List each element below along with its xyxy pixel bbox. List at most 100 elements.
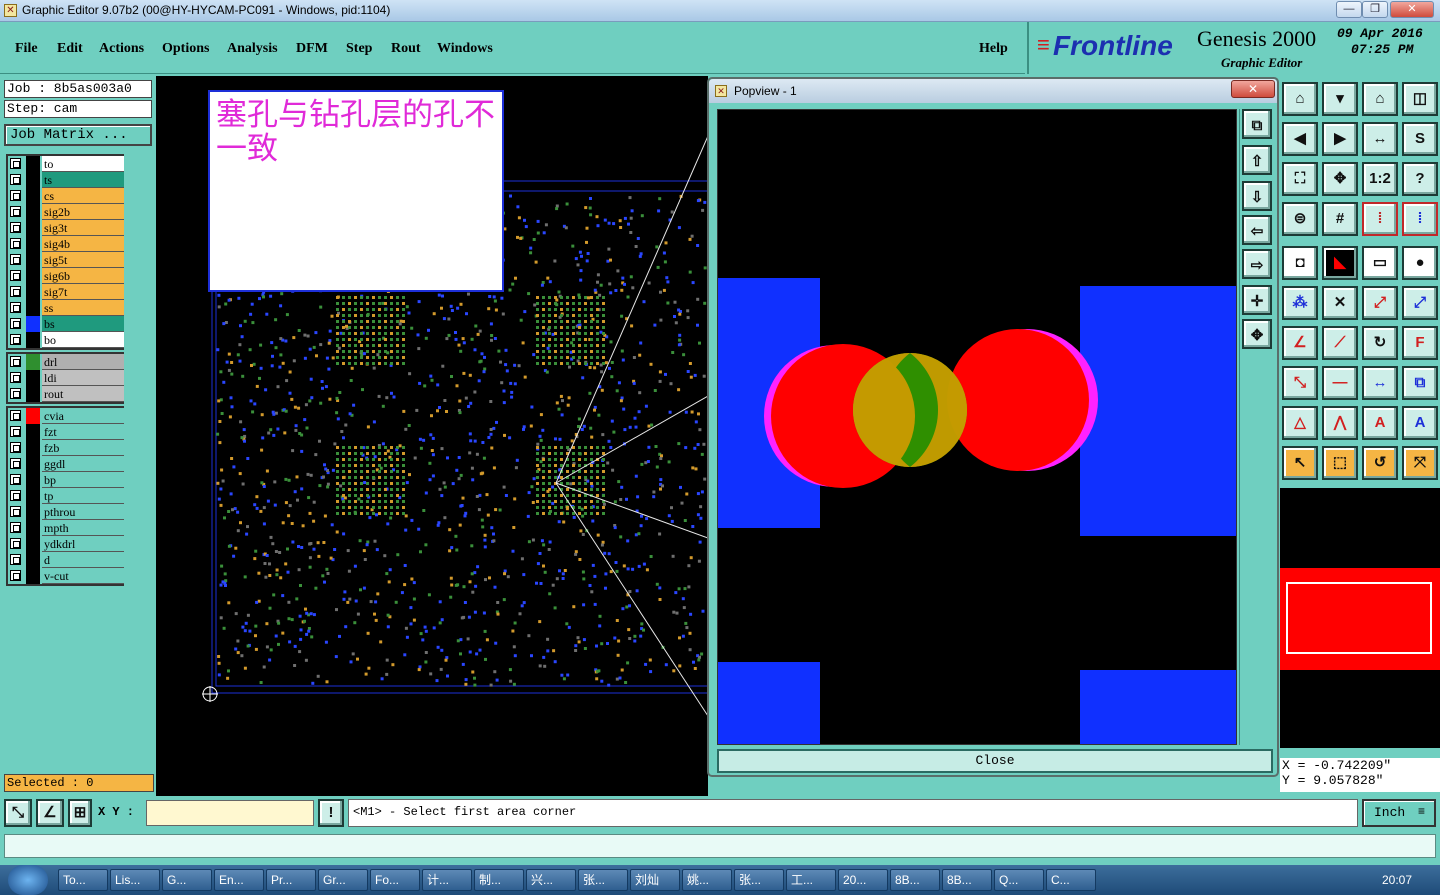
layer-checkbox[interactable] <box>10 538 21 549</box>
layer-checkbox[interactable] <box>10 254 21 265</box>
ruler-icon[interactable]: ▭ <box>1362 246 1398 280</box>
layer-color-swatch[interactable] <box>26 520 40 536</box>
layer-color-swatch[interactable] <box>26 284 40 300</box>
home-view-icon[interactable]: ⌂ <box>1282 82 1318 116</box>
layer-color-swatch[interactable] <box>26 472 40 488</box>
zoom-area-icon[interactable]: ⤡ <box>4 799 32 827</box>
units-selector[interactable]: Inch ≡ <box>1362 799 1436 827</box>
layer-row-sig7t[interactable]: sig7t <box>8 284 124 300</box>
layer-checkbox[interactable] <box>10 318 21 329</box>
lasso-icon[interactable]: ↺ <box>1362 446 1398 480</box>
popview-close-button[interactable]: Close <box>717 749 1273 773</box>
snap-blue-icon[interactable]: ⁞ <box>1402 202 1438 236</box>
snap-red-icon[interactable]: ⁞ <box>1362 202 1398 236</box>
layer-checkbox[interactable] <box>10 458 21 469</box>
dot-icon[interactable]: ● <box>1402 246 1438 280</box>
taskbar-item[interactable]: Pr... <box>266 869 316 891</box>
scale-one-to-two-icon[interactable]: 1:2 <box>1362 162 1398 196</box>
layer-name[interactable]: ldi <box>42 370 124 386</box>
snap-angle-icon[interactable]: ∠ <box>36 799 64 827</box>
zoom-center-icon[interactable]: ✥ <box>1322 162 1358 196</box>
close-window-button[interactable]: ✕ <box>1390 1 1434 18</box>
layer-row-ts[interactable]: ts <box>8 172 124 188</box>
select-box-icon[interactable]: ⬚ <box>1322 446 1358 480</box>
taskbar-item[interactable]: 20... <box>838 869 888 891</box>
layer-name[interactable]: ss <box>42 300 124 316</box>
pan-right-icon[interactable]: ▶ <box>1322 122 1358 156</box>
layer-checkbox[interactable] <box>10 410 21 421</box>
pointer-icon[interactable]: ↖ <box>1282 446 1318 480</box>
layer-checkbox[interactable] <box>10 174 21 185</box>
layer-row-d[interactable]: d <box>8 552 124 568</box>
zoom-down-icon[interactable]: ▾ <box>1322 82 1358 116</box>
window-split-icon[interactable]: ◫ <box>1402 82 1438 116</box>
layer-row-drl[interactable]: drl <box>8 354 124 370</box>
menu-windows[interactable]: Windows <box>437 41 493 57</box>
triangle-icon[interactable]: △ <box>1282 406 1318 440</box>
layer-row-sig2b[interactable]: sig2b <box>8 204 124 220</box>
layer-checkbox[interactable] <box>10 286 21 297</box>
menu-analysis[interactable]: Analysis <box>227 41 278 57</box>
taskbar-item[interactable]: Gr... <box>318 869 368 891</box>
layer-checkbox[interactable] <box>10 372 21 383</box>
pad-select-icon[interactable]: ◘ <box>1282 246 1318 280</box>
layer-name[interactable]: sig4b <box>42 236 124 252</box>
layer-checkbox[interactable] <box>10 554 21 565</box>
fill-icon[interactable]: F <box>1402 326 1438 360</box>
layer-name[interactable]: sig6b <box>42 268 124 284</box>
taskbar-item[interactable]: 姚... <box>682 869 732 891</box>
layer-name[interactable]: pthrou <box>42 504 124 520</box>
layer-name[interactable]: to <box>42 156 124 172</box>
layer-name[interactable]: sig2b <box>42 204 124 220</box>
layer-row-sig4b[interactable]: sig4b <box>8 236 124 252</box>
pop-pan-down-icon[interactable]: ⇩ <box>1242 181 1272 211</box>
taskbar-item[interactable]: 刘灿 <box>630 869 680 891</box>
layer-color-swatch[interactable] <box>26 156 40 172</box>
layer-color-swatch[interactable] <box>26 188 40 204</box>
pop-pan-up-icon[interactable]: ⇧ <box>1242 145 1272 175</box>
layer-color-swatch[interactable] <box>26 504 40 520</box>
layer-checkbox[interactable] <box>10 238 21 249</box>
layer-color-swatch[interactable] <box>26 456 40 472</box>
layer-color-swatch[interactable] <box>26 204 40 220</box>
command-line[interactable] <box>4 834 1436 858</box>
layer-row-sig5t[interactable]: sig5t <box>8 252 124 268</box>
graphic-canvas[interactable]: 塞孔与钻孔层的孔不一致 <box>156 76 708 796</box>
arc-icon[interactable]: ↻ <box>1362 326 1398 360</box>
pop-zoom-in-icon[interactable]: ✛ <box>1242 285 1272 315</box>
layer-checkbox[interactable] <box>10 442 21 453</box>
taskbar-item[interactable]: 制... <box>474 869 524 891</box>
layer-name[interactable]: ydkdrl <box>42 536 124 552</box>
warning-icon[interactable]: ! <box>318 799 344 827</box>
menu-edit[interactable]: Edit <box>57 41 83 57</box>
a-up-icon[interactable]: A <box>1362 406 1398 440</box>
layer-row-fzb[interactable]: fzb <box>8 440 124 456</box>
layer-checkbox[interactable] <box>10 522 21 533</box>
copy-icon[interactable]: ⧉ <box>1402 366 1438 400</box>
layer-name[interactable]: d <box>42 552 124 568</box>
taskbar-item[interactable]: En... <box>214 869 264 891</box>
taskbar-item[interactable]: To... <box>58 869 108 891</box>
layer-checkbox[interactable] <box>10 158 21 169</box>
layer-color-swatch[interactable] <box>26 354 40 370</box>
house-icon[interactable]: ⌂ <box>1362 82 1398 116</box>
taskbar-item[interactable]: Fo... <box>370 869 420 891</box>
layer-checkbox[interactable] <box>10 388 21 399</box>
layer-name[interactable]: v-cut <box>42 568 124 584</box>
layer-name[interactable]: cs <box>42 188 124 204</box>
pop-zoom-window-icon[interactable]: ⧉ <box>1242 109 1272 139</box>
layer-color-swatch[interactable] <box>26 332 40 348</box>
layer-row-bo[interactable]: bo <box>8 332 124 348</box>
a-arrow-icon[interactable]: A <box>1402 406 1438 440</box>
layer-name[interactable]: fzb <box>42 440 124 456</box>
layer-color-swatch[interactable] <box>26 236 40 252</box>
color-feature-icon[interactable]: ◣ <box>1322 246 1358 280</box>
diagonal-icon[interactable]: ⟋ <box>1322 326 1358 360</box>
pop-pan-right-icon[interactable]: ⇨ <box>1242 249 1272 279</box>
dimension-icon[interactable]: ↔ <box>1362 366 1398 400</box>
popview-canvas[interactable] <box>717 109 1237 745</box>
layer-row-cvia[interactable]: cvia <box>8 408 124 424</box>
line-blue-icon[interactable]: ⤢ <box>1402 286 1438 320</box>
layer-row-to[interactable]: to <box>8 156 124 172</box>
connect-icon[interactable]: ⁂ <box>1282 286 1318 320</box>
